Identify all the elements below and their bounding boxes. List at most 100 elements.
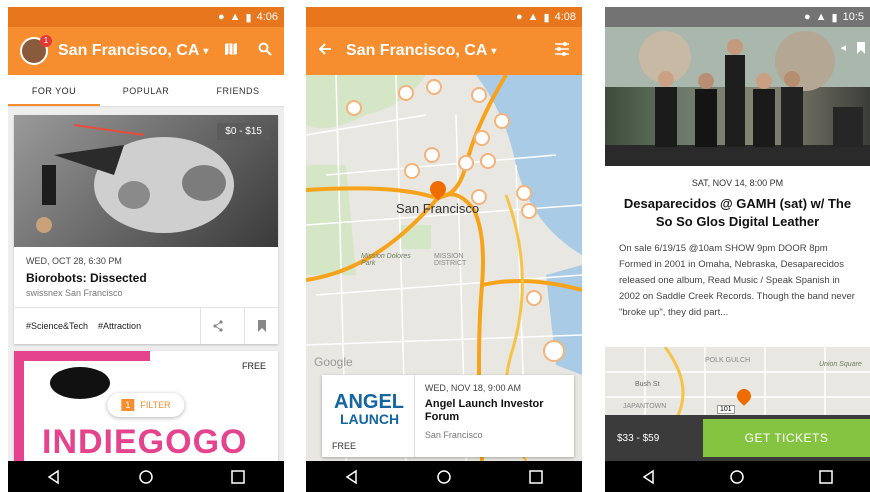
price-free: FREE <box>332 441 357 451</box>
bookmark-icon[interactable] <box>244 308 278 344</box>
event-date: WED, NOV 18, 9:00 AM <box>424 383 521 393</box>
event-pin[interactable] <box>480 153 496 169</box>
google-logo: Google <box>314 355 353 369</box>
event-details: SAT, NOV 14, 8:00 PM Desaparecidos @ GAM… <box>605 166 870 323</box>
band-photo: ◂ <box>605 27 870 166</box>
event-venue: swissnex San Francisco <box>26 288 123 298</box>
event-venue: San Francisco <box>424 430 483 440</box>
map-label-bush: Bush St <box>635 381 660 388</box>
phone-screen-for-you: ● ▲ ▮ 4:06 1 San Francisco, CA ▾ FOR YOU… <box>8 7 284 492</box>
tag-attraction[interactable]: #Attraction <box>98 321 141 331</box>
notification-badge: 1 <box>40 35 52 47</box>
filter-settings-icon[interactable] <box>554 41 570 61</box>
avatar[interactable]: 1 <box>20 35 52 65</box>
indiegogo-brand: INDIEGOGO <box>42 423 248 461</box>
event-pin[interactable] <box>543 340 565 362</box>
get-tickets-button[interactable]: GET TICKETS <box>703 419 870 457</box>
event-pin[interactable] <box>426 79 442 95</box>
recents-icon[interactable] <box>230 469 246 485</box>
city-name: San Francisco, CA <box>58 42 200 59</box>
back-icon[interactable] <box>46 469 62 485</box>
location-icon: ● <box>217 11 225 23</box>
back-icon[interactable] <box>641 469 657 485</box>
event-pin[interactable] <box>516 185 532 201</box>
app-bar: 1 San Francisco, CA ▾ <box>8 27 284 75</box>
blob-shape <box>50 367 110 399</box>
city-name: San Francisco, CA <box>346 42 488 59</box>
angel-launch-logo: ANGEL LAUNCH FREE <box>322 375 415 457</box>
home-icon[interactable] <box>729 469 745 485</box>
location-icon: ● <box>515 11 523 23</box>
tab-for-you[interactable]: FOR YOU <box>8 75 100 106</box>
logo-text-bottom: LAUNCH <box>340 411 400 427</box>
event-preview-card[interactable]: ANGEL LAUNCH FREE WED, NOV 18, 9:00 AM A… <box>322 375 574 457</box>
detail-map[interactable]: POLK GULCH Union Square Bush St JAPANTOW… <box>605 347 870 421</box>
caret-down-icon: ▾ <box>491 45 497 57</box>
back-arrow-icon[interactable] <box>318 42 332 61</box>
event-description: On sale 6/19/15 @10am SHOW 9pm DOOR 8pm … <box>619 243 855 318</box>
signal-icon: ▲ <box>527 11 539 23</box>
map-label-city: San Francisco <box>396 201 480 216</box>
battery-icon: ▮ <box>543 11 550 24</box>
map-icon[interactable] <box>224 42 238 61</box>
tag-science-tech[interactable]: #Science&Tech <box>26 321 88 331</box>
event-pin[interactable] <box>474 130 490 146</box>
event-card[interactable]: $0 - $15 WED, OCT 28, 6:30 PM Biorobots:… <box>14 115 278 344</box>
bookmark-icon[interactable] <box>856 41 866 59</box>
event-pin[interactable] <box>494 113 510 129</box>
app-bar: San Francisco, CA ▾ <box>306 27 582 75</box>
filter-button[interactable]: 1 FILTER <box>107 393 185 417</box>
price-tag: $0 - $15 <box>217 123 270 140</box>
search-icon[interactable] <box>258 42 272 61</box>
city-selector[interactable]: San Francisco, CA ▾ <box>346 42 496 60</box>
tab-popular[interactable]: POPULAR <box>100 75 192 106</box>
event-pin[interactable] <box>398 85 414 101</box>
city-selector[interactable]: San Francisco, CA ▾ <box>58 42 208 60</box>
phone-screen-event-detail: ● ▲ ▮ 10:5 ◂ SAT, NOV 14, 8:00 PM Desapa… <box>605 7 870 492</box>
filter-count: 1 <box>121 399 135 411</box>
location-icon: ● <box>803 11 811 23</box>
share-icon[interactable] <box>200 308 234 344</box>
map-label-mission-dolores: Mission Dolores Park <box>361 253 411 267</box>
event-pin[interactable] <box>404 163 420 179</box>
event-pin[interactable] <box>346 100 362 116</box>
event-image: $0 - $15 <box>14 115 278 247</box>
status-time: 4:08 <box>554 11 576 23</box>
status-time: 4:06 <box>256 11 278 23</box>
system-nav-bar <box>306 461 582 492</box>
event-pin[interactable] <box>458 155 474 171</box>
signal-icon: ▲ <box>229 11 241 23</box>
home-icon[interactable] <box>436 469 452 485</box>
event-pin[interactable] <box>521 203 537 219</box>
recents-icon[interactable] <box>818 469 834 485</box>
event-pin[interactable] <box>471 87 487 103</box>
event-pin[interactable] <box>526 290 542 306</box>
event-pin[interactable] <box>424 147 440 163</box>
event-feed[interactable]: $0 - $15 WED, OCT 28, 6:30 PM Biorobots:… <box>8 107 284 461</box>
tab-friends[interactable]: FRIENDS <box>192 75 284 106</box>
system-nav-bar <box>605 461 870 492</box>
battery-icon: ▮ <box>245 11 252 24</box>
ticket-bar: $33 - $59 GET TICKETS <box>605 415 870 461</box>
event-title: Desaparecidos @ GAMH (sat) w/ The So So … <box>623 196 852 229</box>
back-icon[interactable] <box>344 469 360 485</box>
share-icon[interactable]: ◂ <box>840 41 846 54</box>
map-label-polk: POLK GULCH <box>705 357 751 364</box>
ticket-price: $33 - $59 <box>617 432 660 444</box>
price-free: FREE <box>241 361 266 371</box>
status-time: 10:5 <box>842 11 864 23</box>
status-bar: ● ▲ ▮ 4:08 <box>306 7 582 27</box>
caret-down-icon: ▾ <box>203 45 209 57</box>
status-bar: ● ▲ ▮ 10:5 <box>605 7 870 27</box>
status-bar: ● ▲ ▮ 4:06 <box>8 7 284 27</box>
home-icon[interactable] <box>138 469 154 485</box>
phone-screen-map: ● ▲ ▮ 4:08 San Francisco, CA ▾ San Franc… <box>306 7 582 492</box>
map-label-road: 101 <box>717 405 735 414</box>
map-label-union: Union Square <box>819 361 862 368</box>
recents-icon[interactable] <box>528 469 544 485</box>
event-title[interactable]: Biorobots: Dissected <box>26 271 266 285</box>
tab-bar: FOR YOU POPULAR FRIENDS <box>8 75 284 107</box>
event-info: WED, NOV 18, 9:00 AM Angel Launch Invest… <box>415 375 574 457</box>
map-label-mission-district: MISSION DISTRICT <box>434 253 467 267</box>
event-title[interactable]: Angel Launch Investor Forum <box>425 398 564 424</box>
